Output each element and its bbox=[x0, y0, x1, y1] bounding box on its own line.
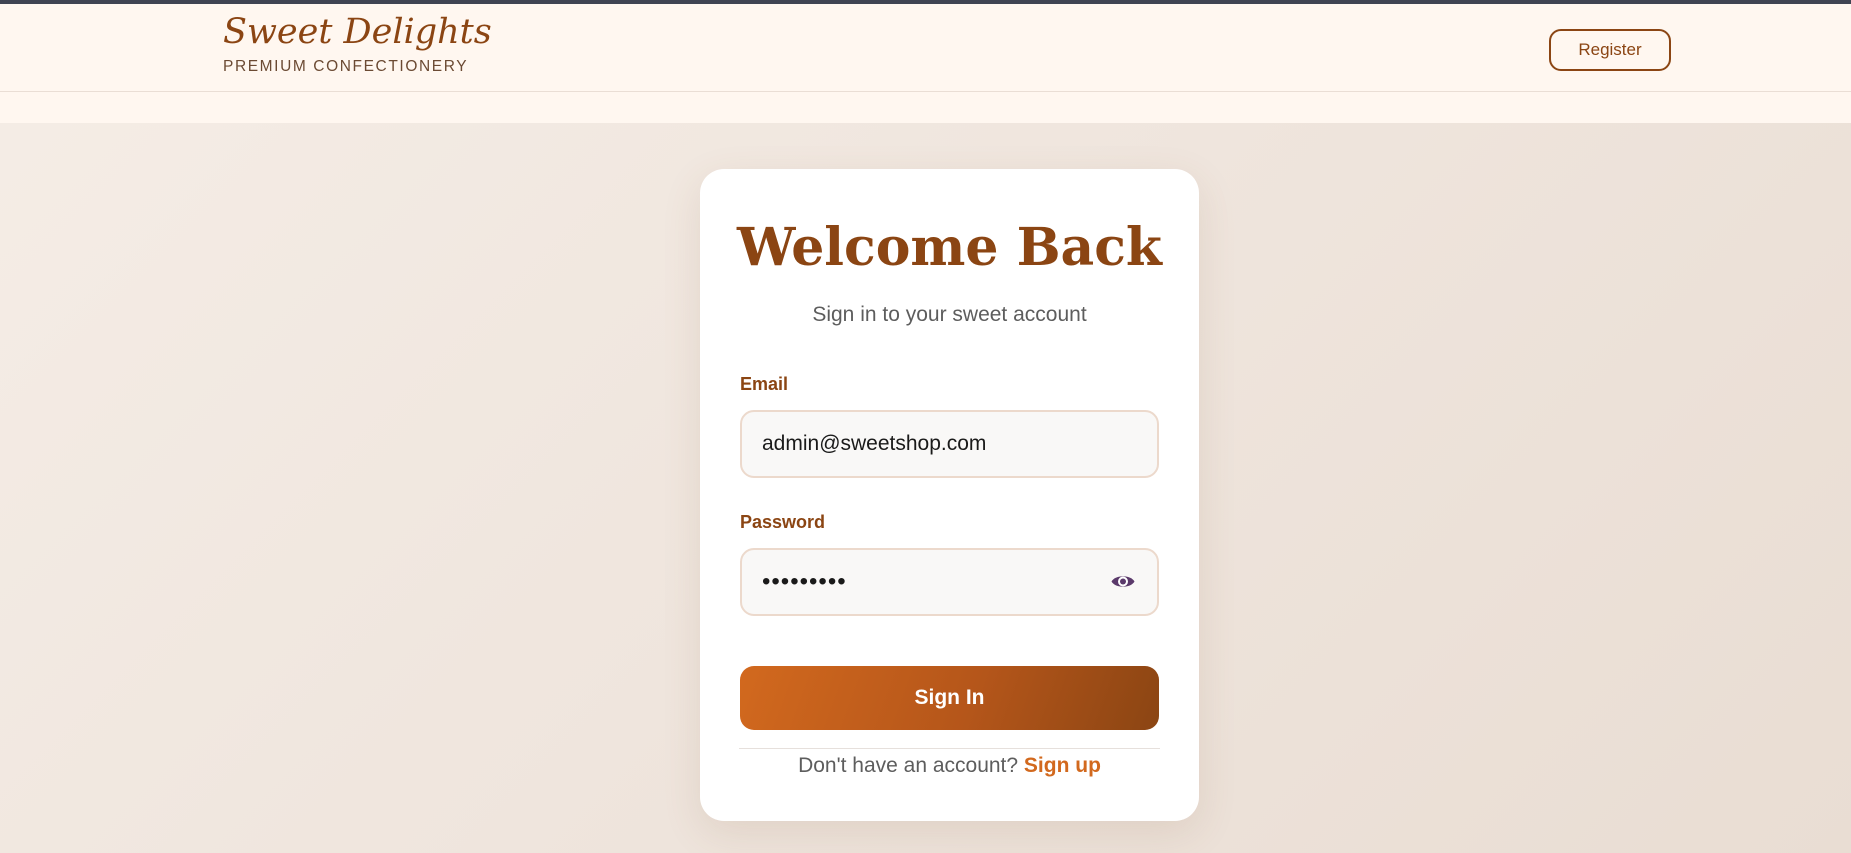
site-header: Sweet Delights PREMIUM CONFECTIONERY Reg… bbox=[0, 4, 1851, 92]
header-subbar bbox=[0, 92, 1851, 123]
brand-logo-title[interactable]: Sweet Delights bbox=[223, 12, 492, 52]
email-field-container bbox=[740, 410, 1159, 478]
email-label: Email bbox=[740, 374, 789, 394]
login-card: Welcome Back Sign in to your sweet accou… bbox=[700, 169, 1199, 821]
password-field-container bbox=[740, 548, 1159, 616]
brand-tagline: PREMIUM CONFECTIONERY bbox=[223, 58, 469, 75]
eye-icon[interactable] bbox=[1110, 570, 1136, 594]
password-field[interactable] bbox=[762, 550, 1122, 614]
register-button[interactable]: Register bbox=[1549, 29, 1671, 71]
sign-in-button[interactable]: Sign In bbox=[740, 666, 1159, 730]
page-title: Welcome Back bbox=[737, 217, 1162, 278]
sign-up-link[interactable]: Sign up bbox=[1024, 754, 1101, 777]
email-field[interactable] bbox=[762, 412, 1122, 476]
signup-prompt-row: Don't have an account? Sign up bbox=[700, 754, 1199, 778]
page-subtitle: Sign in to your sweet account bbox=[812, 303, 1087, 326]
password-label: Password bbox=[740, 512, 826, 532]
signup-prompt-text: Don't have an account? bbox=[798, 754, 1019, 777]
form-divider bbox=[739, 748, 1160, 749]
